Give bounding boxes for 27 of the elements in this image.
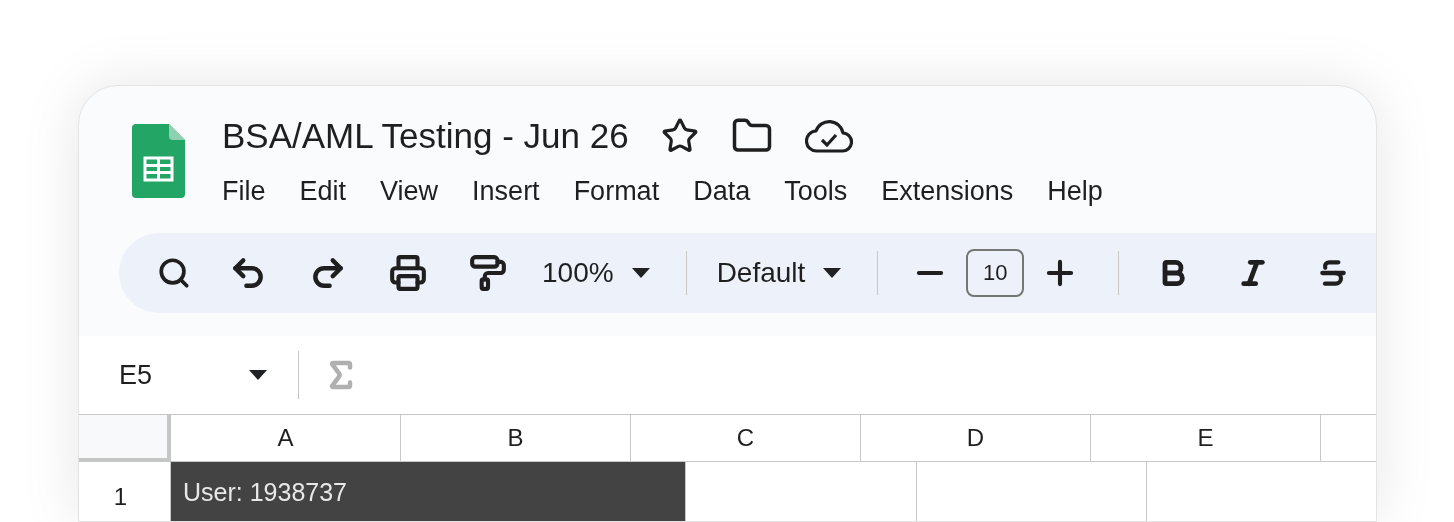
menu-item[interactable]: Tools xyxy=(784,171,848,212)
column-header[interactable]: C xyxy=(631,415,861,462)
column-header[interactable]: A xyxy=(171,415,401,462)
caret-icon xyxy=(823,267,842,278)
document-title[interactable]: BSA/AML Testing - Jun 26 xyxy=(222,109,629,163)
font-select[interactable]: Default xyxy=(716,251,842,294)
sheets-logo-icon xyxy=(132,124,185,198)
menu-item[interactable]: Extensions xyxy=(881,171,1014,212)
name-box-caret-icon xyxy=(249,369,267,380)
cell-reference[interactable]: E5 xyxy=(119,354,249,396)
menu-item[interactable]: Format xyxy=(573,171,660,212)
star-icon[interactable] xyxy=(660,117,699,155)
column-header[interactable]: E xyxy=(1091,415,1321,462)
menu-item[interactable]: File xyxy=(222,171,266,212)
zoom-select[interactable]: 100% xyxy=(542,251,650,294)
corner-cell[interactable] xyxy=(79,415,171,462)
font-size-field[interactable]: 10 xyxy=(966,248,1025,297)
menu-item[interactable]: Insert xyxy=(472,171,540,212)
column-header[interactable]: B xyxy=(401,415,631,462)
column-header[interactable]: D xyxy=(861,415,1091,462)
table-cell[interactable]: User: 1938737 xyxy=(171,461,686,521)
caret-icon xyxy=(631,267,650,278)
menu-item[interactable]: Data xyxy=(693,171,751,212)
menu-item[interactable]: Edit xyxy=(299,171,347,212)
menu-item[interactable]: View xyxy=(380,171,439,212)
menu-item[interactable]: Help xyxy=(1047,171,1103,212)
cloud-check-icon[interactable] xyxy=(804,119,853,153)
